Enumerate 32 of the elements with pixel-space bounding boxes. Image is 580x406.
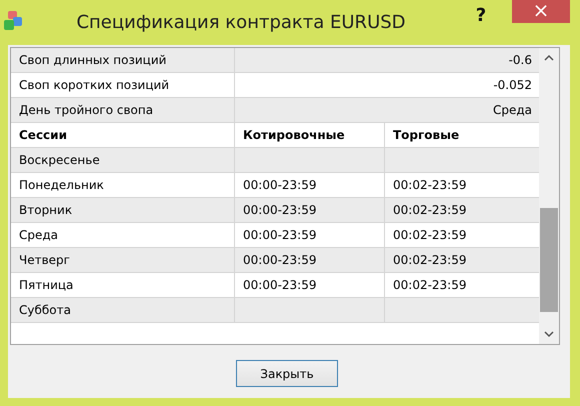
table-cell-text: 00:02-23:59: [392, 227, 468, 244]
table-cell: Суббота: [11, 298, 235, 322]
column-header: Сессии: [11, 123, 235, 147]
table-cell-text: 00:02-23:59: [392, 177, 468, 194]
table-cell: Понедельник: [11, 173, 235, 197]
column-header: Торговые: [392, 127, 460, 144]
close-dialog-button[interactable]: Закрыть: [236, 360, 338, 387]
spec-value: -0.6: [508, 52, 533, 69]
scrollbar-thumb[interactable]: [540, 208, 558, 312]
table-cell: Пятница: [11, 273, 235, 297]
table-cell: Четверг: [11, 248, 235, 272]
spec-value: -0.052: [492, 77, 533, 94]
table-cell: 00:00-23:59: [235, 273, 385, 297]
table-cell-text: 00:02-23:59: [392, 252, 468, 269]
spec-label: Своп коротких позиций: [11, 73, 235, 97]
app-icon: [2, 10, 24, 32]
window-title: Спецификация контракта EURUSD: [75, 12, 407, 33]
spec-label: День тройного свопа: [11, 98, 235, 122]
table-cell: Вторник: [11, 198, 235, 222]
table-cell: Среда: [11, 223, 235, 247]
spec-value: Среда: [492, 102, 533, 119]
spec-label: Своп длинных позиций: [11, 48, 235, 72]
table-cell: 00:00-23:59: [235, 173, 385, 197]
table-cell-text: 00:02-23:59: [392, 202, 468, 219]
table-cell-text: 00:02-23:59: [392, 277, 468, 294]
table-cell: 00:00-23:59: [235, 198, 385, 222]
column-header: Котировочные: [235, 123, 385, 147]
close-button[interactable]: ×: [512, 0, 570, 22]
table-cell: Воскресенье: [11, 148, 235, 172]
help-button[interactable]: ?: [468, 5, 494, 26]
table-cell: 00:00-23:59: [235, 223, 385, 247]
table-cell: 00:00-23:59: [235, 248, 385, 272]
